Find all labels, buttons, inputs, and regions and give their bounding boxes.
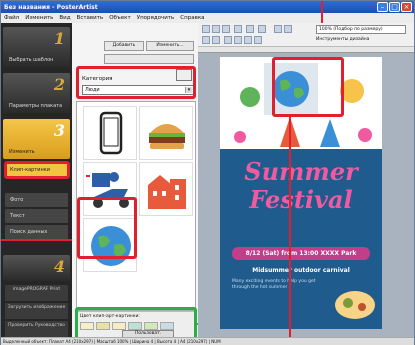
print-button[interactable]: imagePROGRAF Print [5, 285, 68, 301]
menu-view[interactable]: Вид [59, 15, 70, 21]
grid-icon[interactable] [202, 25, 210, 33]
step-label: Изменить [9, 149, 35, 155]
poster-title-summer[interactable]: Summer [220, 157, 382, 186]
line-tool-icon[interactable] [234, 36, 242, 44]
callout-line [289, 117, 291, 345]
zoom-in-icon[interactable] [274, 25, 282, 33]
poster-subtitle[interactable]: Midsummer outdoor carnival [220, 267, 382, 274]
toolbar: 100% (Подбор по размеру) Инструменты диз… [198, 23, 414, 47]
callout-line [1, 239, 81, 241]
status-bar: Выделенный объект: Плакат A4 (210x297) |… [1, 337, 414, 345]
building-icon [148, 175, 186, 209]
text-tool-icon[interactable] [224, 36, 232, 44]
highlight-clipart [4, 161, 70, 179]
callout-line [321, 1, 323, 23]
page-icon[interactable] [234, 25, 242, 33]
step-1[interactable]: 1 Выбрать шаблон [3, 27, 70, 67]
step-label: Параметры плаката [9, 103, 63, 109]
menu-file[interactable]: Файл [4, 15, 19, 21]
step-number: 2 [53, 75, 65, 94]
redo-icon[interactable] [212, 36, 220, 44]
guide-button[interactable]: Проверить Руководство [5, 321, 68, 337]
maximize-button[interactable]: □ [389, 2, 400, 12]
extra-button[interactable] [104, 54, 194, 64]
upload-image-button[interactable]: Загрузить изображение [5, 303, 68, 319]
step-label: Выбрать шаблон [9, 57, 54, 63]
rect-tool-icon[interactable] [244, 36, 252, 44]
app-window: Без названия - PosterArtist – □ × Файл И… [0, 0, 415, 345]
sidebar-item-data[interactable]: Поиск данных [5, 225, 68, 239]
clip-smartphone[interactable] [83, 106, 137, 160]
step-number: 4 [53, 257, 65, 276]
menu-object[interactable]: Объект [109, 15, 131, 21]
smartphone-icon [99, 111, 123, 155]
ellipse-tool-icon[interactable] [254, 36, 262, 44]
step-3[interactable]: 3 Изменить [3, 119, 70, 159]
sidebar-item-photos[interactable]: Фото [5, 193, 68, 207]
title-bar: Без названия - PosterArtist – □ × [1, 1, 414, 13]
shape-icon[interactable] [246, 25, 254, 33]
menu-arrange[interactable]: Упорядочить [137, 15, 175, 21]
close-button[interactable]: × [401, 2, 412, 12]
undo-icon[interactable] [202, 36, 210, 44]
highlight-globe [77, 197, 137, 259]
step-panel: 1 Выбрать шаблон 2 Параметры плаката 3 И… [1, 23, 72, 337]
add-button[interactable]: Добавить [104, 41, 144, 51]
menu-insert[interactable]: Вставить [77, 15, 104, 21]
minimize-button[interactable]: – [377, 2, 388, 12]
step-4[interactable]: 4 [3, 255, 70, 281]
text-icon[interactable] [258, 25, 266, 33]
step-number: 1 [53, 29, 65, 48]
menu-bar: Файл Изменить Вид Вставить Объект Упоряд… [1, 13, 414, 23]
poster-title-festival[interactable]: Festival [220, 185, 382, 214]
sidebar-item-text[interactable]: Текст [5, 209, 68, 223]
layers-icon[interactable] [212, 25, 220, 33]
clip-hamburger[interactable] [139, 106, 193, 160]
menu-edit[interactable]: Изменить [25, 15, 53, 21]
step-number: 3 [53, 121, 65, 140]
hamburger-icon [149, 124, 185, 149]
ruler [198, 47, 414, 53]
highlight-category [76, 66, 196, 99]
menu-help[interactable]: Справка [180, 15, 204, 21]
clip-building[interactable] [139, 162, 193, 216]
edit-button[interactable]: Изменить... [146, 41, 194, 51]
step-2[interactable]: 2 Параметры плаката [3, 73, 70, 113]
poster-description[interactable]: Many exciting events to help you get thr… [232, 279, 332, 291]
highlight-selected-globe [272, 57, 344, 117]
image-icon[interactable] [222, 25, 230, 33]
zoom-out-icon[interactable] [284, 25, 292, 33]
zoom-select[interactable]: 100% (Подбор по размеру) [316, 25, 406, 34]
design-tools-label: Инструменты дизайна [316, 37, 370, 42]
food-illustration [335, 291, 375, 319]
window-title: Без названия - PosterArtist [4, 3, 98, 11]
poster-date[interactable]: 8/12 (Sat) from 13:00 XXXX Park [232, 247, 370, 260]
